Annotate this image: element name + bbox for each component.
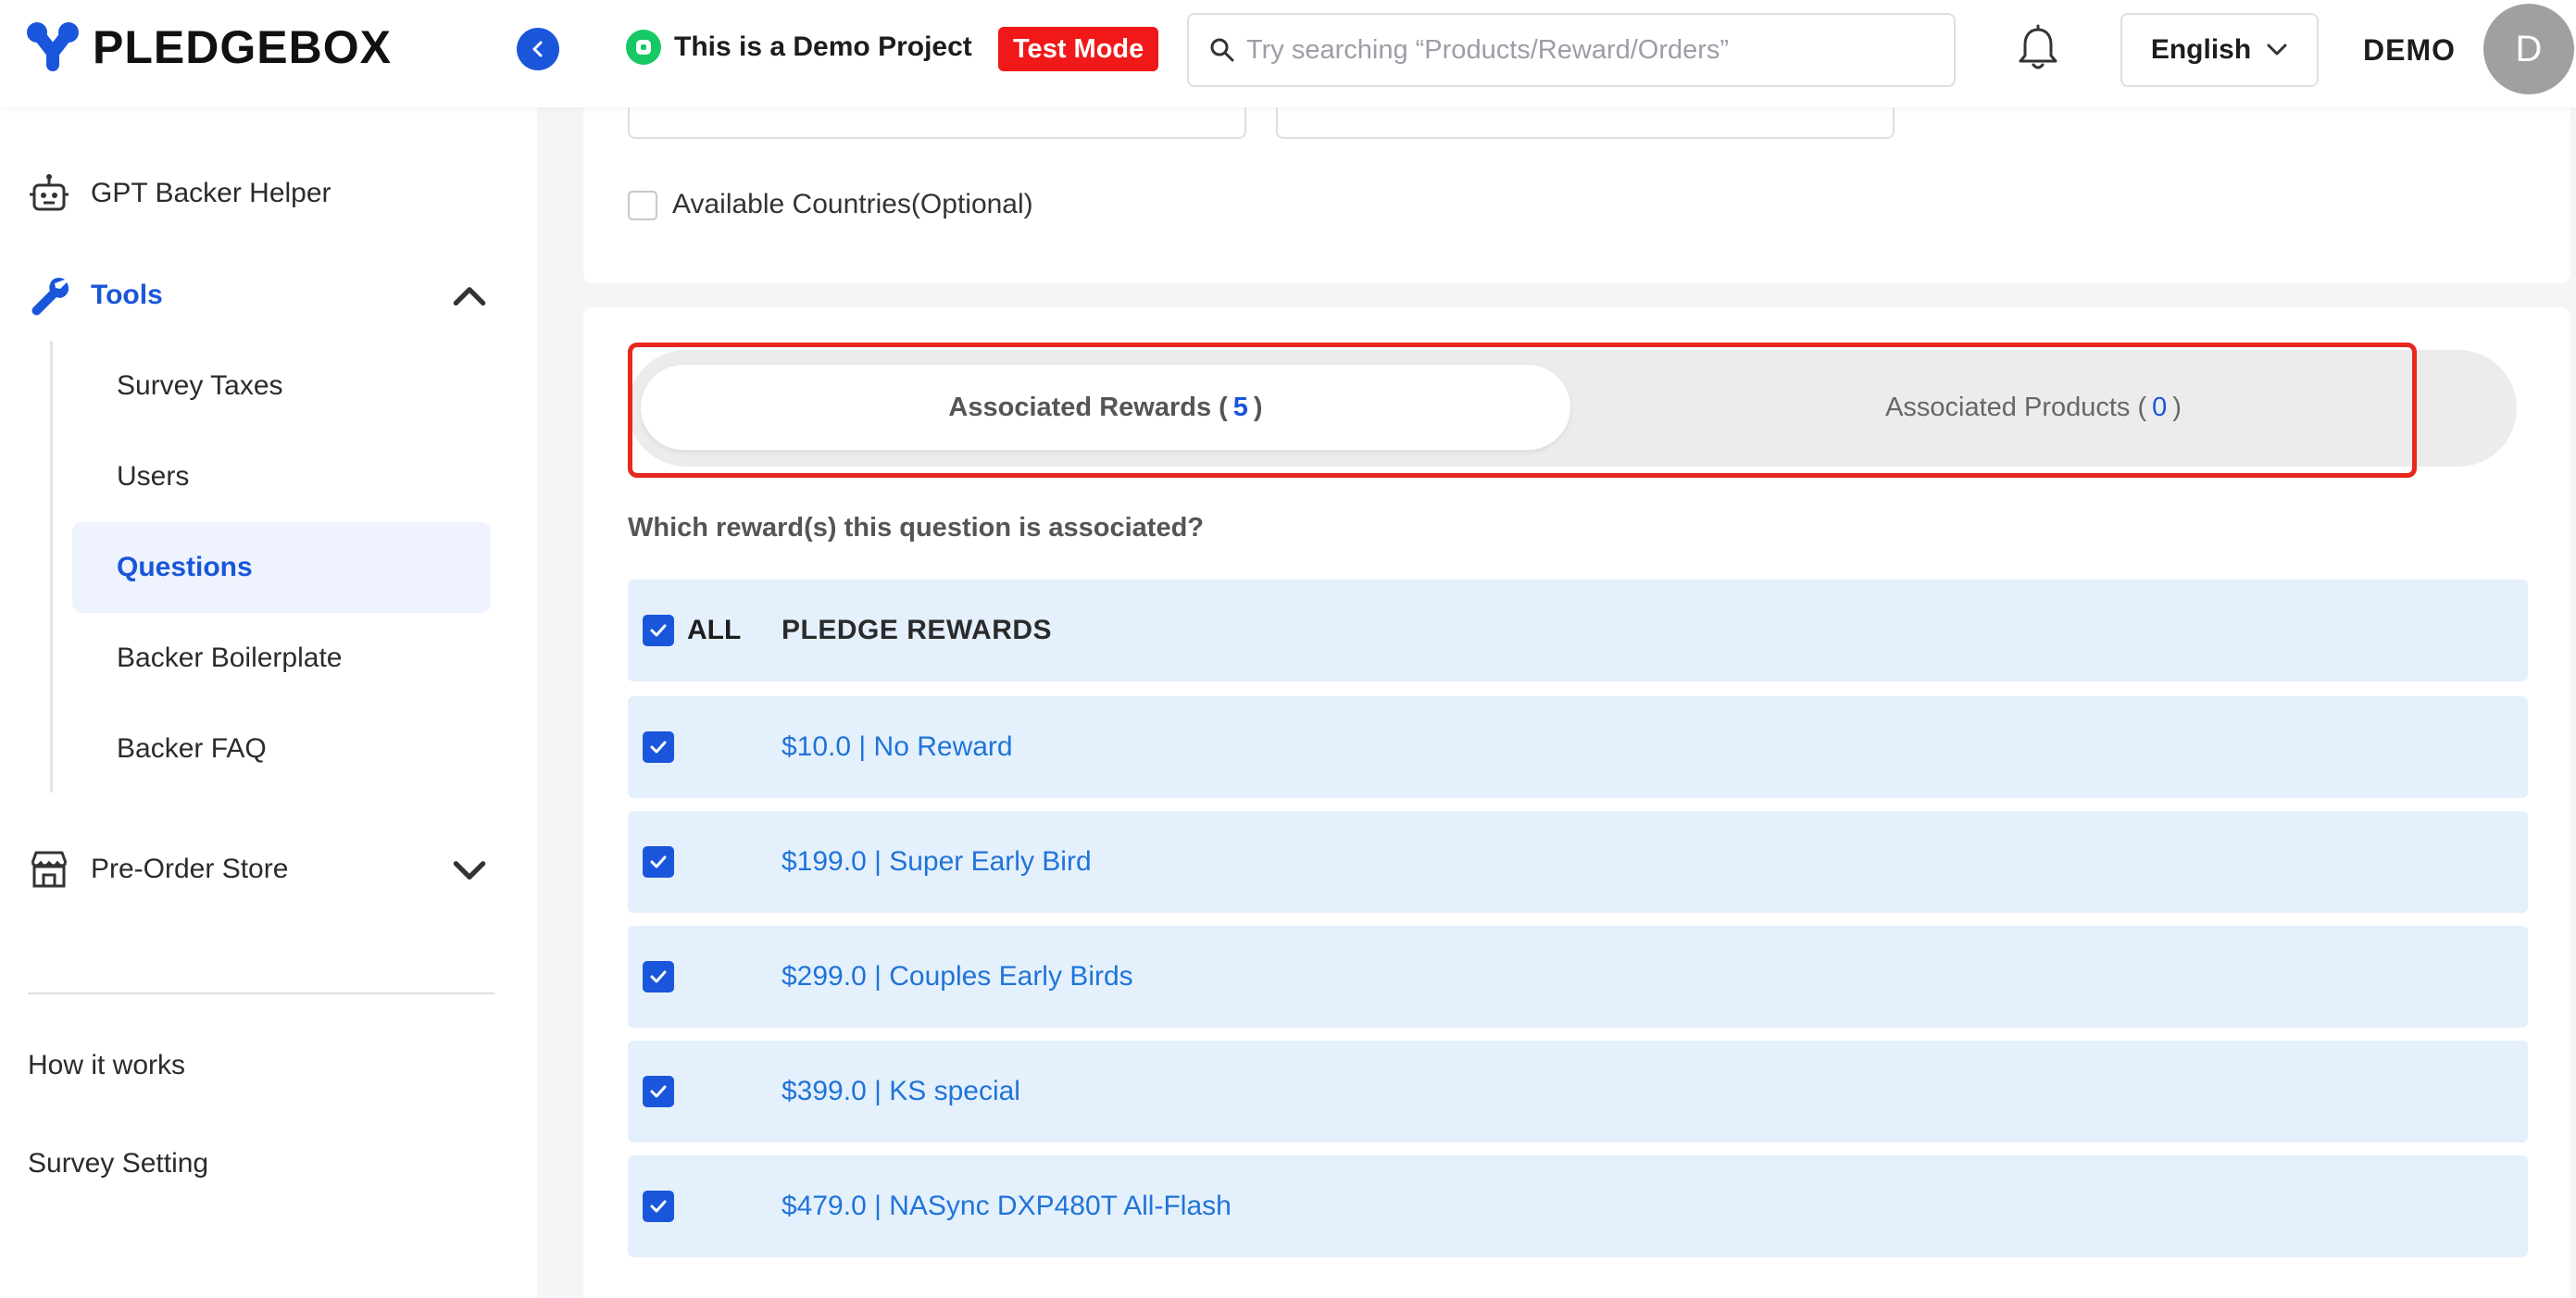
select-all-label: ALL [687,615,742,645]
tab-label: Associated Products [1885,392,2131,422]
bell-icon[interactable] [2015,24,2061,72]
sidebar-item-pre-order-store[interactable]: Pre-Order Store [28,848,491,891]
table-row: $299.0 | Couples Early Birds [628,926,2528,1028]
checkmark-icon [650,970,667,983]
submenu-guide-line [50,341,53,793]
reward-link[interactable]: $199.0 | Super Early Bird [782,846,1092,878]
user-name[interactable]: DEMO [2363,33,2456,68]
sidebar-item-backer-boilerplate[interactable]: Backer Boilerplate [72,613,491,704]
tab-paren: ( [2137,392,2147,422]
sidebar-item-tools[interactable]: Tools [28,274,491,317]
how-it-works-link[interactable]: How it works [28,1050,185,1081]
checkmark-icon [650,624,667,637]
sidebar-item-label: GPT Backer Helper [91,178,331,208]
store-icon [31,851,68,888]
sidebar-item-label: Questions [117,552,253,582]
sidebar-item-backer-faq[interactable]: Backer FAQ [72,704,491,794]
question-prompt: Which reward(s) this question is associa… [628,513,1205,543]
checkmark-icon [650,1200,667,1213]
tab-paren: ) [1253,392,1263,422]
reward-checkbox[interactable] [643,1076,674,1107]
survey-setting-link[interactable]: Survey Setting [28,1148,208,1179]
reward-link[interactable]: $299.0 | Couples Early Birds [782,961,1133,992]
tab-label: Associated Rewards [948,392,1212,422]
sidebar-item-survey-taxes[interactable]: Survey Taxes [72,341,491,431]
table-row: $10.0 | No Reward [628,696,2528,798]
available-countries-checkbox[interactable] [628,191,657,220]
tab-count: 5 [1232,392,1248,422]
sidebar-item-label: Backer Boilerplate [117,643,343,673]
available-countries-label: Available Countries(Optional) [672,189,1033,219]
avatar[interactable]: D [2483,4,2574,94]
tab-paren: ) [2172,392,2182,422]
sidebar-item-label: Pre-Order Store [91,854,289,884]
sidebar-item-label: Tools [91,280,163,310]
project-status-icon [626,30,661,65]
reward-checkbox[interactable] [643,846,674,878]
reward-link[interactable]: $479.0 | NASync DXP480T All-Flash [782,1191,1232,1222]
chevron-down-icon [2267,44,2287,56]
tab-paren: ( [1219,392,1228,422]
language-selector[interactable]: English [2120,13,2319,87]
sidebar-collapse-button[interactable] [517,28,559,70]
reward-checkbox[interactable] [643,1191,674,1222]
sidebar-item-label: Survey Taxes [117,370,283,401]
sidebar-item-gpt-backer-helper[interactable]: GPT Backer Helper [28,172,331,215]
checkmark-icon [650,741,667,754]
reward-checkbox[interactable] [643,961,674,992]
chevron-left-icon [532,41,543,57]
pledgebox-logo-icon [27,22,79,71]
search-icon [1210,38,1234,62]
wrench-icon [31,277,69,316]
project-switcher[interactable]: This is a Demo Project [626,30,972,65]
sidebar-item-label: Users [117,461,190,492]
sidebar-divider [28,992,494,994]
chevron-up-icon [453,287,486,306]
language-label: English [2150,34,2252,65]
checkmark-icon [650,855,667,868]
top-header: PLEDGEBOX This is a Demo Project Test Mo… [0,0,2576,107]
table-row: $399.0 | KS special [628,1041,2528,1142]
global-search[interactable] [1187,13,1956,87]
tab-associated-rewards[interactable]: Associated Rewards ( 5 ) [641,365,1570,450]
reward-link[interactable]: $10.0 | No Reward [782,731,1013,763]
tab-count: 0 [2152,392,2168,422]
tab-associated-products[interactable]: Associated Products ( 0 ) [1570,365,2496,450]
table-row: $479.0 | NASync DXP480T All-Flash [628,1155,2528,1257]
sidebar-item-label: Backer FAQ [117,733,267,764]
associations-card: Associated Rewards ( 5 ) Associated Prod… [583,307,2570,1298]
chevron-down-icon [453,861,486,880]
test-mode-badge: Test Mode [998,27,1159,71]
reward-link[interactable]: $399.0 | KS special [782,1076,1020,1107]
search-input[interactable] [1246,34,1932,66]
checkmark-icon [650,1085,667,1098]
column-header-pledge-rewards: PLEDGE REWARDS [782,615,1053,645]
sidebar-item-questions[interactable]: Questions [72,522,491,613]
table-header-row: ALL PLEDGE REWARDS [628,580,2528,681]
sidebar-item-users[interactable]: Users [72,431,491,522]
reward-checkbox[interactable] [643,731,674,763]
sidebar: GPT Backer Helper Tools Survey Taxes Use… [0,107,537,1298]
table-row: $199.0 | Super Early Bird [628,811,2528,913]
brand-logo[interactable]: PLEDGEBOX [26,20,392,74]
project-name: This is a Demo Project [674,31,972,62]
brand-name: PLEDGEBOX [93,21,392,73]
robot-icon [30,174,69,211]
select-all-checkbox[interactable] [643,615,674,646]
